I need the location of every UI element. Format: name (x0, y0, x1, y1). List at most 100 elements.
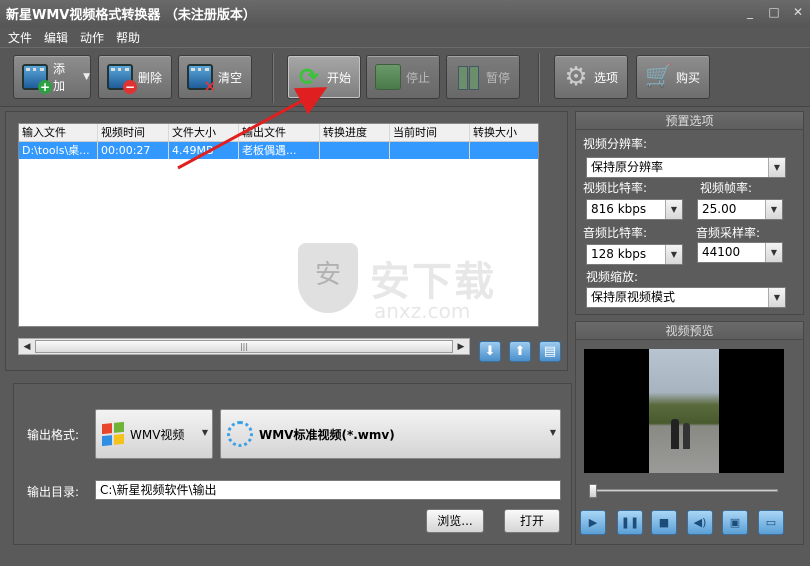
camera-icon: ▣ (729, 516, 741, 529)
chevron-down-icon: ▼ (768, 288, 785, 307)
arrow-up-icon: ⬆ (514, 344, 526, 359)
output-format-select[interactable]: WMV视频 ▼ (95, 409, 213, 459)
maximize-button[interactable]: □ (768, 5, 780, 19)
film-clear-icon: ✕ (187, 64, 217, 95)
preset-options-title: 预置选项 (576, 112, 803, 130)
clear-button[interactable]: ✕ 清空 (178, 55, 252, 99)
table-header: 输入文件 视频时间 文件大小 输出文件 转换进度 当前时间 转换大小 (19, 124, 538, 142)
start-button-label: 开始 (327, 70, 352, 85)
output-dir-label: 输出目录: (27, 485, 80, 499)
col-converted-size[interactable]: 转换大小 (470, 124, 538, 141)
gear-icon: ⚙ (564, 62, 588, 92)
window-title: 新星WMV视频格式转换器 （未注册版本） (6, 8, 256, 23)
delete-button[interactable]: − 删除 (98, 55, 172, 99)
video-display (584, 349, 784, 473)
col-progress[interactable]: 转换进度 (320, 124, 390, 141)
video-scale-select[interactable]: 保持原视频模式 ▼ (586, 287, 786, 308)
options-button[interactable]: ⚙ 选项 (554, 55, 628, 99)
seek-slider-knob[interactable] (589, 484, 597, 498)
col-current-time[interactable]: 当前时间 (390, 124, 470, 141)
close-button[interactable]: ✕ (792, 5, 804, 19)
scroll-left-icon[interactable]: ◀ (19, 342, 35, 352)
col-input-file[interactable]: 输入文件 (19, 124, 98, 141)
video-resolution-value: 保持原分辨率 (591, 160, 664, 174)
video-resolution-label: 视频分辨率: (583, 137, 648, 151)
snapshot-button[interactable]: ▣ (722, 510, 748, 535)
stop-button-label: 停止 (406, 70, 431, 85)
film-add-icon: + (22, 64, 52, 94)
scroll-thumb[interactable]: ||| (35, 340, 453, 353)
play-button[interactable]: ▶ (580, 510, 606, 535)
clear-button-label: 清空 (218, 70, 243, 85)
audio-bitrate-label: 音频比特率: (583, 226, 648, 240)
table-row[interactable]: D:\tools\桌... 00:00:27 4.49MB 老板偶遇... (19, 142, 538, 159)
chevron-down-icon[interactable]: ▼ (83, 72, 90, 82)
refresh-icon: ⟳ (298, 63, 320, 91)
menu-help[interactable]: 帮助 (116, 29, 140, 46)
pause-preview-button[interactable]: ❚❚ (617, 510, 643, 535)
window-controls: _ □ ✕ (744, 5, 804, 19)
move-up-button[interactable]: ⬆ (509, 341, 531, 362)
pause-button-label: 暂停 (486, 70, 511, 85)
audio-samplerate-select[interactable]: 44100 ▼ (697, 242, 783, 263)
output-format-value: WMV视频 (130, 427, 185, 442)
output-format-label: 输出格式: (27, 428, 80, 442)
video-bitrate-select[interactable]: 816 kbps ▼ (586, 199, 683, 220)
file-list-panel: 输入文件 视频时间 文件大小 输出文件 转换进度 当前时间 转换大小 D:\to… (5, 111, 568, 371)
pause-icon (455, 64, 481, 90)
stop-preview-button[interactable]: ■ (651, 510, 677, 535)
video-fps-label: 视频帧率: (700, 181, 753, 195)
start-button[interactable]: ⟳ 开始 (287, 55, 361, 99)
video-frame-image (649, 349, 719, 473)
preset-options-panel: 预置选项 视频分辨率: 保持原分辨率 ▼ 视频比特率: 视频帧率: 816 kb… (575, 111, 804, 315)
col-output-file[interactable]: 输出文件 (239, 124, 320, 141)
play-icon: ▶ (588, 516, 598, 529)
col-video-time[interactable]: 视频时间 (98, 124, 169, 141)
audio-bitrate-select[interactable]: 128 kbps ▼ (586, 244, 683, 265)
browse-button[interactable]: 浏览... (426, 509, 484, 533)
video-fps-select[interactable]: 25.00 ▼ (697, 199, 783, 220)
output-profile-select[interactable]: WMV标准视频(*.wmv) ▼ (220, 409, 561, 459)
cell-output-file: 老板偶遇... (239, 142, 320, 159)
pause-button[interactable]: 暂停 (446, 55, 520, 99)
col-file-size[interactable]: 文件大小 (169, 124, 239, 141)
output-settings-panel: 输出格式: WMV视频 ▼ WMV标准视频(*.wmv) ▼ 输出目录: C:\… (13, 383, 572, 545)
stop-button[interactable]: 停止 (366, 55, 440, 99)
chevron-down-icon: ▼ (765, 243, 782, 262)
preview-seek-slider[interactable] (589, 484, 778, 498)
buy-button-label: 购买 (676, 70, 701, 85)
open-button[interactable]: 打开 (504, 509, 560, 533)
output-dir-input[interactable]: C:\新星视频软件\输出 (95, 480, 561, 500)
move-down-button[interactable]: ⬇ (479, 341, 501, 362)
menu-action[interactable]: 动作 (80, 29, 104, 46)
toolbar: + 添加 ▼ − 删除 ✕ 清空 ⟳ 开始 停止 暂停 ⚙ 选项 🛒 购买 (0, 47, 810, 107)
open-folder-button[interactable]: ▭ (758, 510, 784, 535)
file-table[interactable]: 输入文件 视频时间 文件大小 输出文件 转换进度 当前时间 转换大小 D:\to… (18, 123, 539, 327)
minimize-button[interactable]: _ (744, 5, 756, 19)
chevron-down-icon: ▼ (665, 245, 682, 264)
video-fps-value: 25.00 (702, 202, 737, 216)
arrow-down-icon: ⬇ (484, 344, 496, 359)
menu-file[interactable]: 文件 (8, 29, 32, 46)
stop-icon (375, 64, 401, 90)
cell-input-file: D:\tools\桌... (19, 142, 98, 159)
buy-button[interactable]: 🛒 购买 (636, 55, 710, 99)
chevron-down-icon: ▼ (765, 200, 782, 219)
scroll-right-icon[interactable]: ▶ (453, 342, 469, 352)
video-preview-panel: 视频预览 ▶ ❚❚ ■ ◀) ▣ ▭ (575, 321, 804, 545)
paste-button[interactable]: ▤ (539, 341, 561, 362)
clipboard-icon: ▤ (543, 344, 557, 359)
folder-icon: ▭ (765, 516, 777, 529)
audio-samplerate-label: 音频采样率: (696, 226, 761, 240)
options-button-label: 选项 (594, 70, 619, 85)
cell-file-size: 4.49MB (169, 142, 239, 159)
pause-icon: ❚❚ (620, 516, 640, 529)
video-resolution-select[interactable]: 保持原分辨率 ▼ (586, 157, 786, 178)
audio-bitrate-value: 128 kbps (591, 247, 647, 261)
horizontal-scrollbar[interactable]: ◀ ||| ▶ (18, 338, 470, 355)
toolbar-divider (272, 53, 274, 103)
menu-edit[interactable]: 编辑 (44, 29, 68, 46)
add-button[interactable]: + 添加 ▼ (13, 55, 91, 99)
volume-button[interactable]: ◀) (687, 510, 713, 535)
stop-icon: ■ (658, 516, 670, 529)
